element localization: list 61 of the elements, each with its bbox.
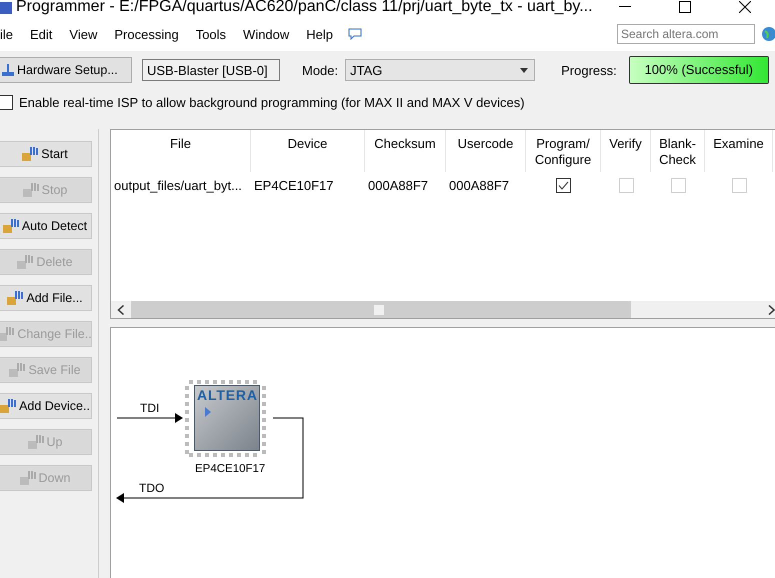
column-header[interactable]: Verify [601,130,651,172]
table-cell-text: 000A88F7 [448,178,510,192]
column-header[interactable]: File [111,130,251,172]
action-button[interactable]: Start [0,141,92,167]
progress-label: Progress: [561,62,617,78]
programmer-tool-icon [0,399,16,413]
search-field[interactable]: Search altera.com [617,24,755,44]
dropdown-arrow-icon [520,68,528,72]
action-button[interactable]: Add File... [0,285,92,311]
column-header[interactable]: Examine [705,130,773,172]
mode-dropdown[interactable]: JTAG [345,59,536,81]
column-header[interactable]: Usercode [446,130,526,172]
chip-logo: ALTERA [197,387,257,403]
scrollbar-thumb[interactable] [131,301,631,318]
tdi-arrow [116,413,183,423]
scroll-left-icon[interactable] [117,304,125,314]
table-cell-text: 000A88F7 [367,178,429,192]
action-button[interactable]: Add Device.. [0,393,92,419]
programmer-tool-icon [28,435,44,449]
table-cell-text: EP4CE10F17 [253,178,334,192]
programmer-tool-icon [22,147,38,161]
programmer-tool-icon [0,327,14,341]
device-label: EP4CE10F17 [195,463,266,475]
menu-item[interactable]: Help [306,26,342,42]
checkbox[interactable] [556,178,571,192]
progress-text: 100% (Successful) [644,62,754,77]
programmer-tool-icon [17,255,34,269]
isp-label: Enable real-time ISP to allow background programming (for MAX II and MAX V devices) [19,94,525,110]
menu-item[interactable]: Tools [196,26,236,42]
programmer-tool-icon [22,183,39,197]
horizontal-scrollbar[interactable] [111,301,775,318]
minimize-icon [619,6,631,8]
speech-bubble-icon[interactable] [348,28,362,40]
programmer-tool-icon [2,219,19,233]
programmer-tool-icon [7,291,24,305]
app-icon [0,0,12,14]
menu-item[interactable]: Window [243,26,298,42]
maximize-icon [679,1,691,13]
column-header[interactable]: Device [251,130,365,172]
menu-item[interactable]: Processing [114,26,188,42]
menu-item[interactable]: ile [0,26,22,42]
hardware-field: USB-Blaster [USB-0] [142,59,280,81]
column-header[interactable]: Program/ Configure [526,130,601,172]
chip-drawing[interactable] [185,380,266,457]
table-cell-text: output_files/uart_byt... [113,178,243,192]
menu-item[interactable]: Edit [30,26,62,42]
hardware-icon [2,64,14,76]
globe-icon[interactable] [761,26,775,42]
scroll-right-icon[interactable] [768,304,775,314]
column-header[interactable]: Checksum [365,130,446,172]
tdi-label: TDI [140,401,160,415]
menu-item[interactable]: View [69,26,106,42]
action-button[interactable]: Auto Detect [0,213,92,239]
column-header[interactable]: Blank- Check [651,130,705,172]
isp-checkbox[interactable] [0,94,13,110]
programmer-tool-icon [9,363,26,377]
programmer-tool-icon [20,471,36,485]
close-icon [739,1,751,13]
mode-label: Mode: [302,62,338,78]
hardware-setup-button[interactable]: Hardware Setup... [0,57,132,83]
tdo-label: TDO [139,481,164,495]
